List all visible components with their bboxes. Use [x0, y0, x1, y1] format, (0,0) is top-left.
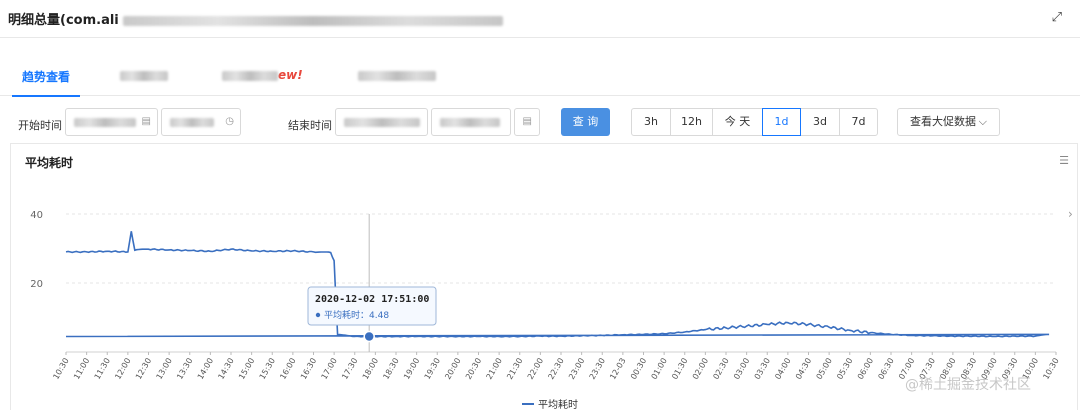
x-tick-label: 12-03	[608, 357, 627, 382]
tooltip-series-dot	[315, 312, 321, 318]
x-tick-label: 20:30	[464, 357, 483, 381]
x-tick-label: 10:30	[51, 357, 70, 381]
x-tick-label: 01:00	[650, 357, 669, 381]
x-tick-label: 12:00	[113, 357, 132, 381]
x-tick-label: 13:00	[155, 357, 174, 381]
highlight-point[interactable]	[363, 330, 375, 343]
x-tick-label: 16:00	[278, 357, 297, 381]
range-1d-button[interactable]: 1d	[762, 108, 801, 136]
x-tick-label: 00:30	[629, 357, 648, 381]
x-tick-label: 20:00	[443, 357, 462, 381]
x-tick-label: 06:30	[876, 357, 895, 381]
x-tick-label: 05:30	[835, 357, 854, 381]
x-tick-label: 02:00	[691, 357, 710, 381]
x-tick-label: 22:30	[546, 357, 565, 381]
x-tick-label: 17:30	[340, 357, 359, 381]
x-tick-label: 15:30	[258, 357, 277, 381]
y-tick-label: 40	[30, 210, 43, 221]
x-tick-label: 02:30	[711, 357, 730, 381]
x-tick-label: 04:30	[794, 357, 813, 381]
x-tick-label: 14:00	[196, 357, 215, 381]
x-tick-label: 11:30	[93, 357, 112, 381]
x-tick-label: 03:00	[732, 357, 751, 381]
line-chart[interactable]: 204010:30 11:00 11:30 12:00 12:30 13:00 13:30 1…	[0, 0, 1080, 410]
x-tick-label: 01:30	[670, 357, 689, 381]
x-tick-label: 14:30	[216, 357, 235, 381]
x-tick-label: 21:30	[505, 357, 524, 381]
x-tick-label: 10:30	[1041, 357, 1060, 381]
dashboard-frame: 明细总量(com.ali ⤢ 趋势查看 ew! 开始时间 ▤ ◷ 结束时间 ▤ …	[0, 0, 1080, 410]
x-tick-label: 23:30	[588, 357, 607, 381]
watermark: @稀土掘金技术社区	[905, 377, 1031, 393]
x-tick-label: 15:00	[237, 357, 256, 381]
x-tick-label: 18:30	[381, 357, 400, 381]
x-tick-label: 17:00	[320, 357, 339, 381]
x-tick-label: 21:00	[485, 357, 504, 381]
x-tick-label: 12:30	[134, 357, 153, 381]
x-tick-label: 23:00	[567, 357, 586, 381]
legend-label[interactable]: 平均耗时	[538, 399, 578, 410]
series-line-avg-time[interactable]	[65, 231, 1050, 338]
x-tick-label: 22:00	[526, 357, 545, 381]
x-tick-label: 04:00	[773, 357, 792, 381]
tooltip-time: 2020-12-02 17:51:00	[315, 294, 429, 305]
x-tick-label: 13:30	[175, 357, 194, 381]
x-tick-label: 16:30	[299, 357, 318, 381]
x-tick-label: 18:00	[361, 357, 380, 381]
y-tick-label: 20	[30, 279, 43, 290]
x-tick-label: 05:00	[815, 357, 834, 381]
x-tick-label: 19:30	[423, 357, 442, 381]
chevron-right-icon[interactable]: ›	[1068, 207, 1073, 221]
x-tick-label: 11:00	[72, 357, 91, 381]
x-tick-label: 03:30	[753, 357, 772, 381]
x-tick-label: 19:00	[402, 357, 421, 381]
tooltip-value: 平均耗时：4.48	[324, 309, 389, 321]
x-tick-label: 06:00	[856, 357, 875, 381]
